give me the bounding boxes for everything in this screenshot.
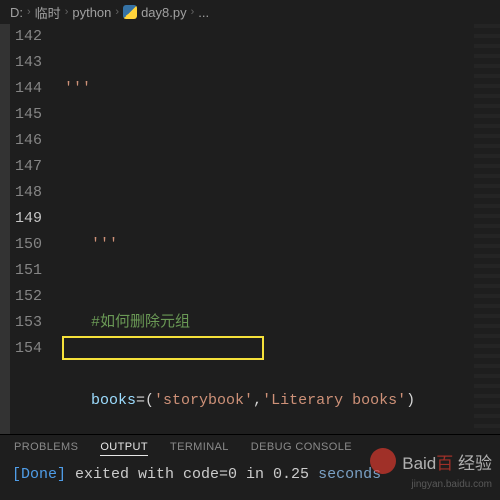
breadcrumb-more[interactable]: ... [198,5,209,20]
code-comment: #如何删除元组 [91,314,190,331]
watermark-url: jingyan.baidu.com [411,479,492,490]
tab-debug-console[interactable]: DEBUG CONSOLE [251,441,352,456]
output-status: [Done] [12,466,66,483]
code-editor[interactable]: 142 143 144 145 146 147 148 149 150 151 … [0,24,500,434]
minimap[interactable] [474,24,500,434]
python-file-icon [123,5,137,19]
breadcrumb-seg[interactable]: python [72,5,111,20]
chevron-right-icon: › [191,6,195,18]
breadcrumb[interactable]: D: › 临时 › python › day8.py › ... [0,0,500,24]
code-text: 'Literary books' [262,392,406,409]
code-text: ''' [64,80,91,97]
code-area[interactable]: ''' ''' #如何删除元组 books=('storybook','Lite… [56,24,500,434]
breadcrumb-seg[interactable]: D: [10,5,23,20]
code-text: books [91,392,136,409]
tab-output[interactable]: OUTPUT [100,441,148,456]
code-text: , [253,392,262,409]
code-text: =( [136,392,154,409]
chevron-right-icon: › [115,6,119,18]
code-text: ''' [64,236,118,253]
tab-problems[interactable]: PROBLEMS [14,441,78,456]
code-text: 'storybook' [154,392,253,409]
watermark: Baid百 经验 [370,448,492,474]
tab-terminal[interactable]: TERMINAL [170,441,229,456]
activity-bar[interactable] [0,24,10,434]
chevron-right-icon: › [27,6,31,18]
chevron-right-icon: › [65,6,69,18]
baidu-paw-icon [370,448,396,474]
breadcrumb-seg[interactable]: 临时 [35,3,61,22]
code-text: ) [406,392,415,409]
output-text: exited with code=0 in 0.25 [66,466,309,483]
breadcrumb-file[interactable]: day8.py [141,5,187,20]
watermark-text: Baid百 经验 [402,449,492,474]
